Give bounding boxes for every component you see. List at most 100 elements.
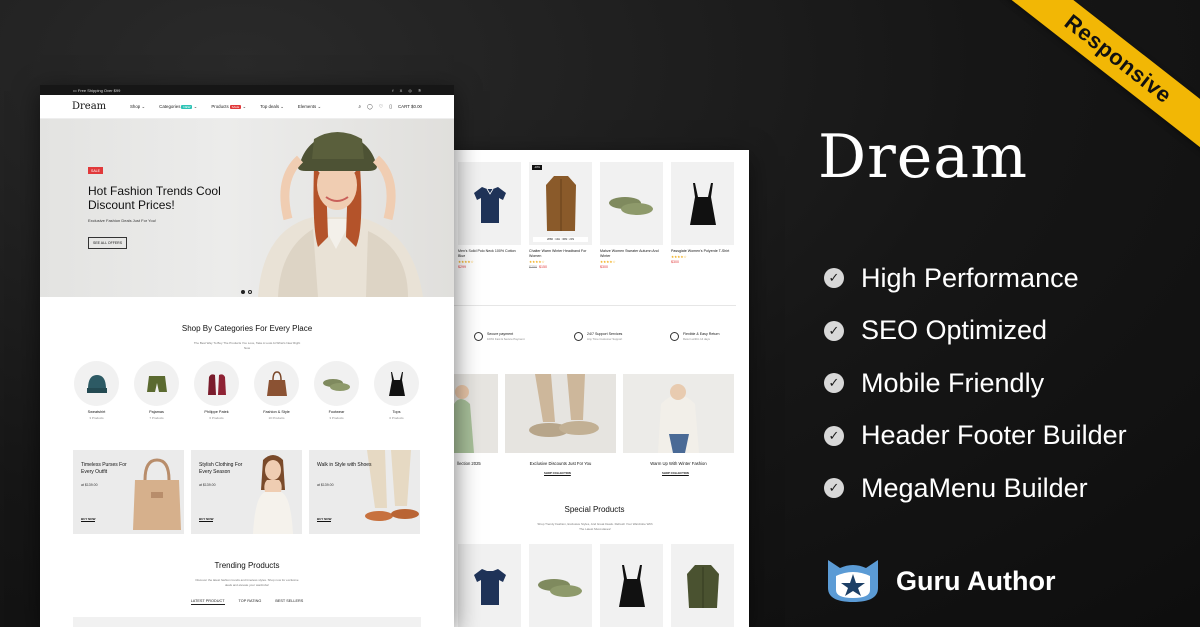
product-image[interactable] [458, 544, 521, 627]
banner-title: Walk in Style with Shoes [317, 462, 372, 468]
product-name[interactable]: Chalter Warm Winter Headband For Women [529, 249, 592, 259]
category-image[interactable] [254, 361, 299, 406]
banner-purses[interactable]: Timeless Purses For Every Outfit at $139… [73, 450, 184, 534]
special-products-subtitle: Shop Trendy Fashion, Exclusive Styles, A… [537, 522, 653, 531]
slider-dots [241, 290, 252, 294]
product-card[interactable]: -10% 286D : 10H : 36M : 20S Chalter Warm… [529, 162, 592, 269]
category-count: 0 Products [389, 416, 404, 420]
hero-subtitle: Exclusive Fashion Deals Just For You! [88, 218, 157, 223]
x-icon[interactable]: X [400, 88, 403, 93]
special-products-title: Special Products [564, 505, 625, 514]
product-name[interactable]: Passgiate Women's Polyerde T-Shirt [671, 249, 734, 254]
menu-label: Categories [159, 103, 181, 109]
product-card[interactable]: Passgiate Women's Polyerde T-Shirt ★★★★☆… [671, 162, 734, 264]
beanie-icon [86, 374, 107, 393]
product-name[interactable]: Mahze Women Sweater Autumn And Winter [600, 249, 663, 259]
sale-badge: SALE [88, 167, 103, 174]
menu-item-products[interactable]: Products SALE ⌄ [211, 104, 246, 110]
shop-collection-link[interactable]: SHOP COLLECTION [662, 471, 689, 475]
slider-dot[interactable] [241, 290, 245, 294]
tab-top-rating[interactable]: TOP RATING [239, 599, 262, 605]
product-image[interactable] [458, 162, 521, 245]
price-value: $300 [600, 265, 608, 269]
main-nav: Dream Shop ⌄ Categories NEW ⌄ Products SAL… [40, 95, 454, 119]
menu-item-shop[interactable]: Shop ⌄ [130, 104, 145, 110]
category-image[interactable] [374, 361, 419, 406]
buy-now-link[interactable]: BUY NOW [317, 517, 332, 522]
pinterest-icon[interactable]: ℗ [418, 88, 421, 93]
category-name: Sweatshirt [87, 410, 106, 414]
menu-label: Top deals [260, 103, 280, 109]
category-sweatshirt[interactable]: Sweatshirt 3 Products [74, 361, 119, 420]
handbag-icon [266, 370, 287, 396]
category-footwear[interactable]: Footwear 3 Products [314, 361, 359, 420]
category-image[interactable] [314, 361, 359, 406]
feature-item: ✓ Header Footer Builder [824, 410, 1127, 463]
tank-top-icon [388, 371, 405, 396]
product-price: $299 [458, 265, 521, 269]
slider-dot[interactable] [248, 290, 252, 294]
product-image[interactable] [529, 544, 592, 627]
menu-item-top-deals[interactable]: Top deals ⌄ [260, 104, 284, 110]
product-image[interactable] [671, 544, 734, 627]
secure-payment-icon [474, 332, 483, 341]
discount-badge: -10% [532, 165, 542, 170]
banner-clothing[interactable]: Stylish Clothing For Every Season at $13… [191, 450, 302, 534]
product-image[interactable] [600, 544, 663, 627]
see-all-offers-button[interactable]: SEE ALL OFFERS [88, 237, 128, 249]
shoes-photo [505, 374, 616, 453]
feature-title: Flexible & Easy Return [683, 332, 720, 336]
feature-title: 24/7 Support Services [587, 332, 623, 336]
instagram-icon[interactable]: ◎ [408, 88, 412, 93]
search-icon[interactable]: ⌕ [358, 104, 361, 110]
guru-cat-logo-icon [828, 560, 878, 602]
check-icon: ✓ [824, 320, 844, 341]
category-image[interactable] [134, 361, 179, 406]
facebook-icon[interactable]: f [392, 88, 393, 93]
menu-item-elements[interactable]: Elements ⌄ [298, 104, 321, 110]
user-icon[interactable]: ◯ [367, 104, 373, 110]
buy-now-link[interactable]: BUY NOW [81, 517, 96, 522]
site-logo[interactable]: Dream [72, 101, 130, 112]
tab-best-sellers[interactable]: BEST SELLERS [275, 599, 303, 605]
cart-icon[interactable]: ▯ [389, 104, 392, 110]
category-fashion-style[interactable]: Fashion & Style 10 Products [254, 361, 299, 420]
category-image[interactable] [74, 361, 119, 406]
category-name: Fashion & Style [263, 410, 290, 414]
category-count: 10 Products [268, 416, 285, 420]
feature-subtitle: 100% Fast & Secure Payment [487, 337, 525, 341]
banner-price: at $139.00 [199, 483, 216, 487]
responsive-ribbon: Responsive [1003, 0, 1200, 155]
category-count: 3 Products [329, 416, 344, 420]
product-image[interactable]: -10% 286D : 10H : 36M : 20S [529, 162, 592, 245]
category-tops[interactable]: Tops 0 Products [374, 361, 419, 420]
shop-collection-link[interactable]: SHOP COLLECTION [544, 471, 571, 475]
wishlist-icon[interactable]: ♡ [379, 104, 383, 110]
feature-text: SEO Optimized [861, 315, 1048, 346]
cart-total[interactable]: CART $0.00 [398, 104, 422, 109]
collection-banner[interactable] [505, 374, 616, 453]
product-card[interactable]: Men's Solid Polo Neck 100% Cotton Blue ★… [458, 162, 521, 269]
headset-icon [574, 332, 583, 341]
collection-banner[interactable] [623, 374, 734, 453]
category-philippe-patek[interactable]: Philippe Patek 6 Products [194, 361, 239, 420]
feature-text: MegaMenu Builder [861, 472, 1088, 503]
buy-now-link[interactable]: BUY NOW [199, 517, 214, 522]
feature-text: High Performance [861, 262, 1079, 293]
product-image[interactable] [600, 162, 663, 245]
category-pajamas[interactable]: Pajamas 7 Products [134, 361, 179, 420]
feature-subtitle: Any Time Customer Support [587, 337, 623, 341]
menu-item-categories[interactable]: Categories NEW ⌄ [159, 104, 197, 110]
jacket-icon [686, 564, 719, 608]
category-image[interactable] [194, 361, 239, 406]
product-card[interactable]: Mahze Women Sweater Autumn And Winter ★★… [600, 162, 663, 269]
product-name[interactable]: Men's Solid Polo Neck 100% Cotton Blue [458, 249, 521, 259]
brand-title: Dream [818, 122, 1028, 192]
tab-latest-product[interactable]: LATEST PRODUCT [190, 599, 225, 605]
menu-label: Elements [297, 103, 317, 109]
coat-icon [545, 175, 576, 231]
loafers-icon [608, 196, 653, 215]
product-image[interactable] [671, 162, 734, 245]
banner-shoes[interactable]: Walk in Style with Shoes at $139.00 BUY … [309, 450, 420, 534]
social-links: f X ◎ ℗ [387, 88, 421, 93]
